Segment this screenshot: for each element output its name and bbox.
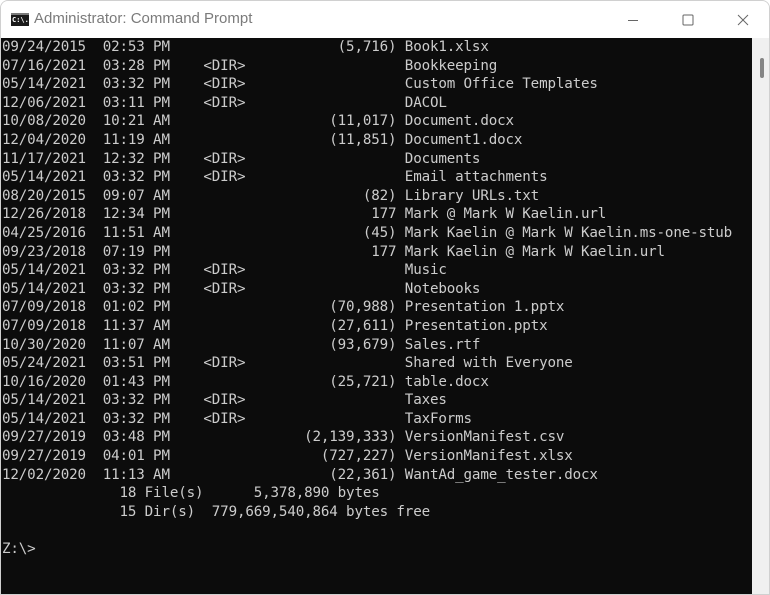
close-button[interactable]	[720, 1, 766, 38]
maximize-button[interactable]	[665, 1, 711, 38]
dir-listing-row: 12/06/2021 03:11 PM <DIR> DACOL	[2, 94, 447, 111]
dir-listing-row: 12/26/2018 12:34 PM 177 Mark @ Mark W Ka…	[2, 206, 607, 223]
dir-listing-row: 07/16/2021 03:28 PM <DIR> Bookkeeping	[2, 57, 498, 74]
console-output-area[interactable]: 09/24/2015 02:53 PM (5,716) Book1.xlsx 07…	[1, 38, 752, 594]
dir-listing-row: 10/08/2020 10:21 AM (11,017) Document.do…	[2, 113, 514, 130]
vertical-scrollbar[interactable]	[752, 38, 769, 594]
dir-listing-row: 07/09/2018 11:37 AM (27,611) Presentatio…	[2, 317, 548, 334]
dir-listing-row: 05/14/2021 03:32 PM <DIR> Email attachme…	[2, 169, 548, 186]
cmd-app-icon[interactable]: C:\.	[11, 13, 29, 26]
title-bar[interactable]: C:\. Administrator: Command Prompt	[1, 1, 769, 38]
dir-listing-row: 09/24/2015 02:53 PM (5,716) Book1.xlsx	[2, 39, 489, 55]
console-text: 09/24/2015 02:53 PM (5,716) Book1.xlsx 07…	[2, 38, 732, 559]
dir-listing-row: 10/30/2020 11:07 AM (93,679) Sales.rtf	[2, 336, 481, 353]
dir-listing-row: 05/14/2021 03:32 PM <DIR> Music	[2, 262, 447, 279]
window-title: Administrator: Command Prompt	[34, 10, 253, 27]
dir-listing-row: 05/14/2021 03:32 PM <DIR> Taxes	[2, 392, 447, 409]
dir-listing-row: 04/25/2016 11:51 AM (45) Mark Kaelin @ M…	[2, 224, 733, 241]
dir-listing-row: 08/20/2015 09:07 AM (82) Library URLs.tx…	[2, 187, 540, 204]
scrollbar-thumb[interactable]	[760, 58, 764, 78]
dir-listing-row: 09/23/2018 07:19 PM 177 Mark Kaelin @ Ma…	[2, 243, 665, 260]
command-prompt-window: C:\. Administrator: Command Prompt 09/24…	[0, 0, 770, 595]
minimize-button[interactable]	[610, 1, 656, 38]
dir-listing-row: 05/14/2021 03:32 PM <DIR> TaxForms	[2, 410, 472, 427]
close-icon	[737, 14, 749, 25]
files-summary: 18 File(s) 5,378,890 bytes	[2, 485, 380, 502]
dir-listing-row: 09/27/2019 03:48 PM (2,139,333) VersionM…	[2, 429, 565, 446]
minimize-icon	[628, 19, 638, 21]
dir-listing-row: 07/09/2018 01:02 PM (70,988) Presentatio…	[2, 299, 565, 316]
maximize-icon	[682, 14, 694, 25]
dir-listing-row: 11/17/2021 12:32 PM <DIR> Documents	[2, 150, 481, 167]
command-prompt: Z:\>	[2, 541, 36, 558]
dirs-summary: 15 Dir(s) 779,669,540,864 bytes free	[2, 503, 430, 520]
dir-listing-row: 12/02/2020 11:13 AM (22,361) WantAd_game…	[2, 466, 598, 483]
dir-listing-row: 05/14/2021 03:32 PM <DIR> Custom Office …	[2, 76, 598, 93]
dir-listing-row: 05/14/2021 03:32 PM <DIR> Notebooks	[2, 280, 481, 297]
dir-listing-row: 09/27/2019 04:01 PM (727,227) VersionMan…	[2, 448, 573, 465]
dir-listing-row: 12/04/2020 11:19 AM (11,851) Document1.d…	[2, 131, 523, 148]
dir-listing-row: 05/24/2021 03:51 PM <DIR> Shared with Ev…	[2, 355, 573, 372]
dir-listing-row: 10/16/2020 01:43 PM (25,721) table.docx	[2, 373, 489, 390]
